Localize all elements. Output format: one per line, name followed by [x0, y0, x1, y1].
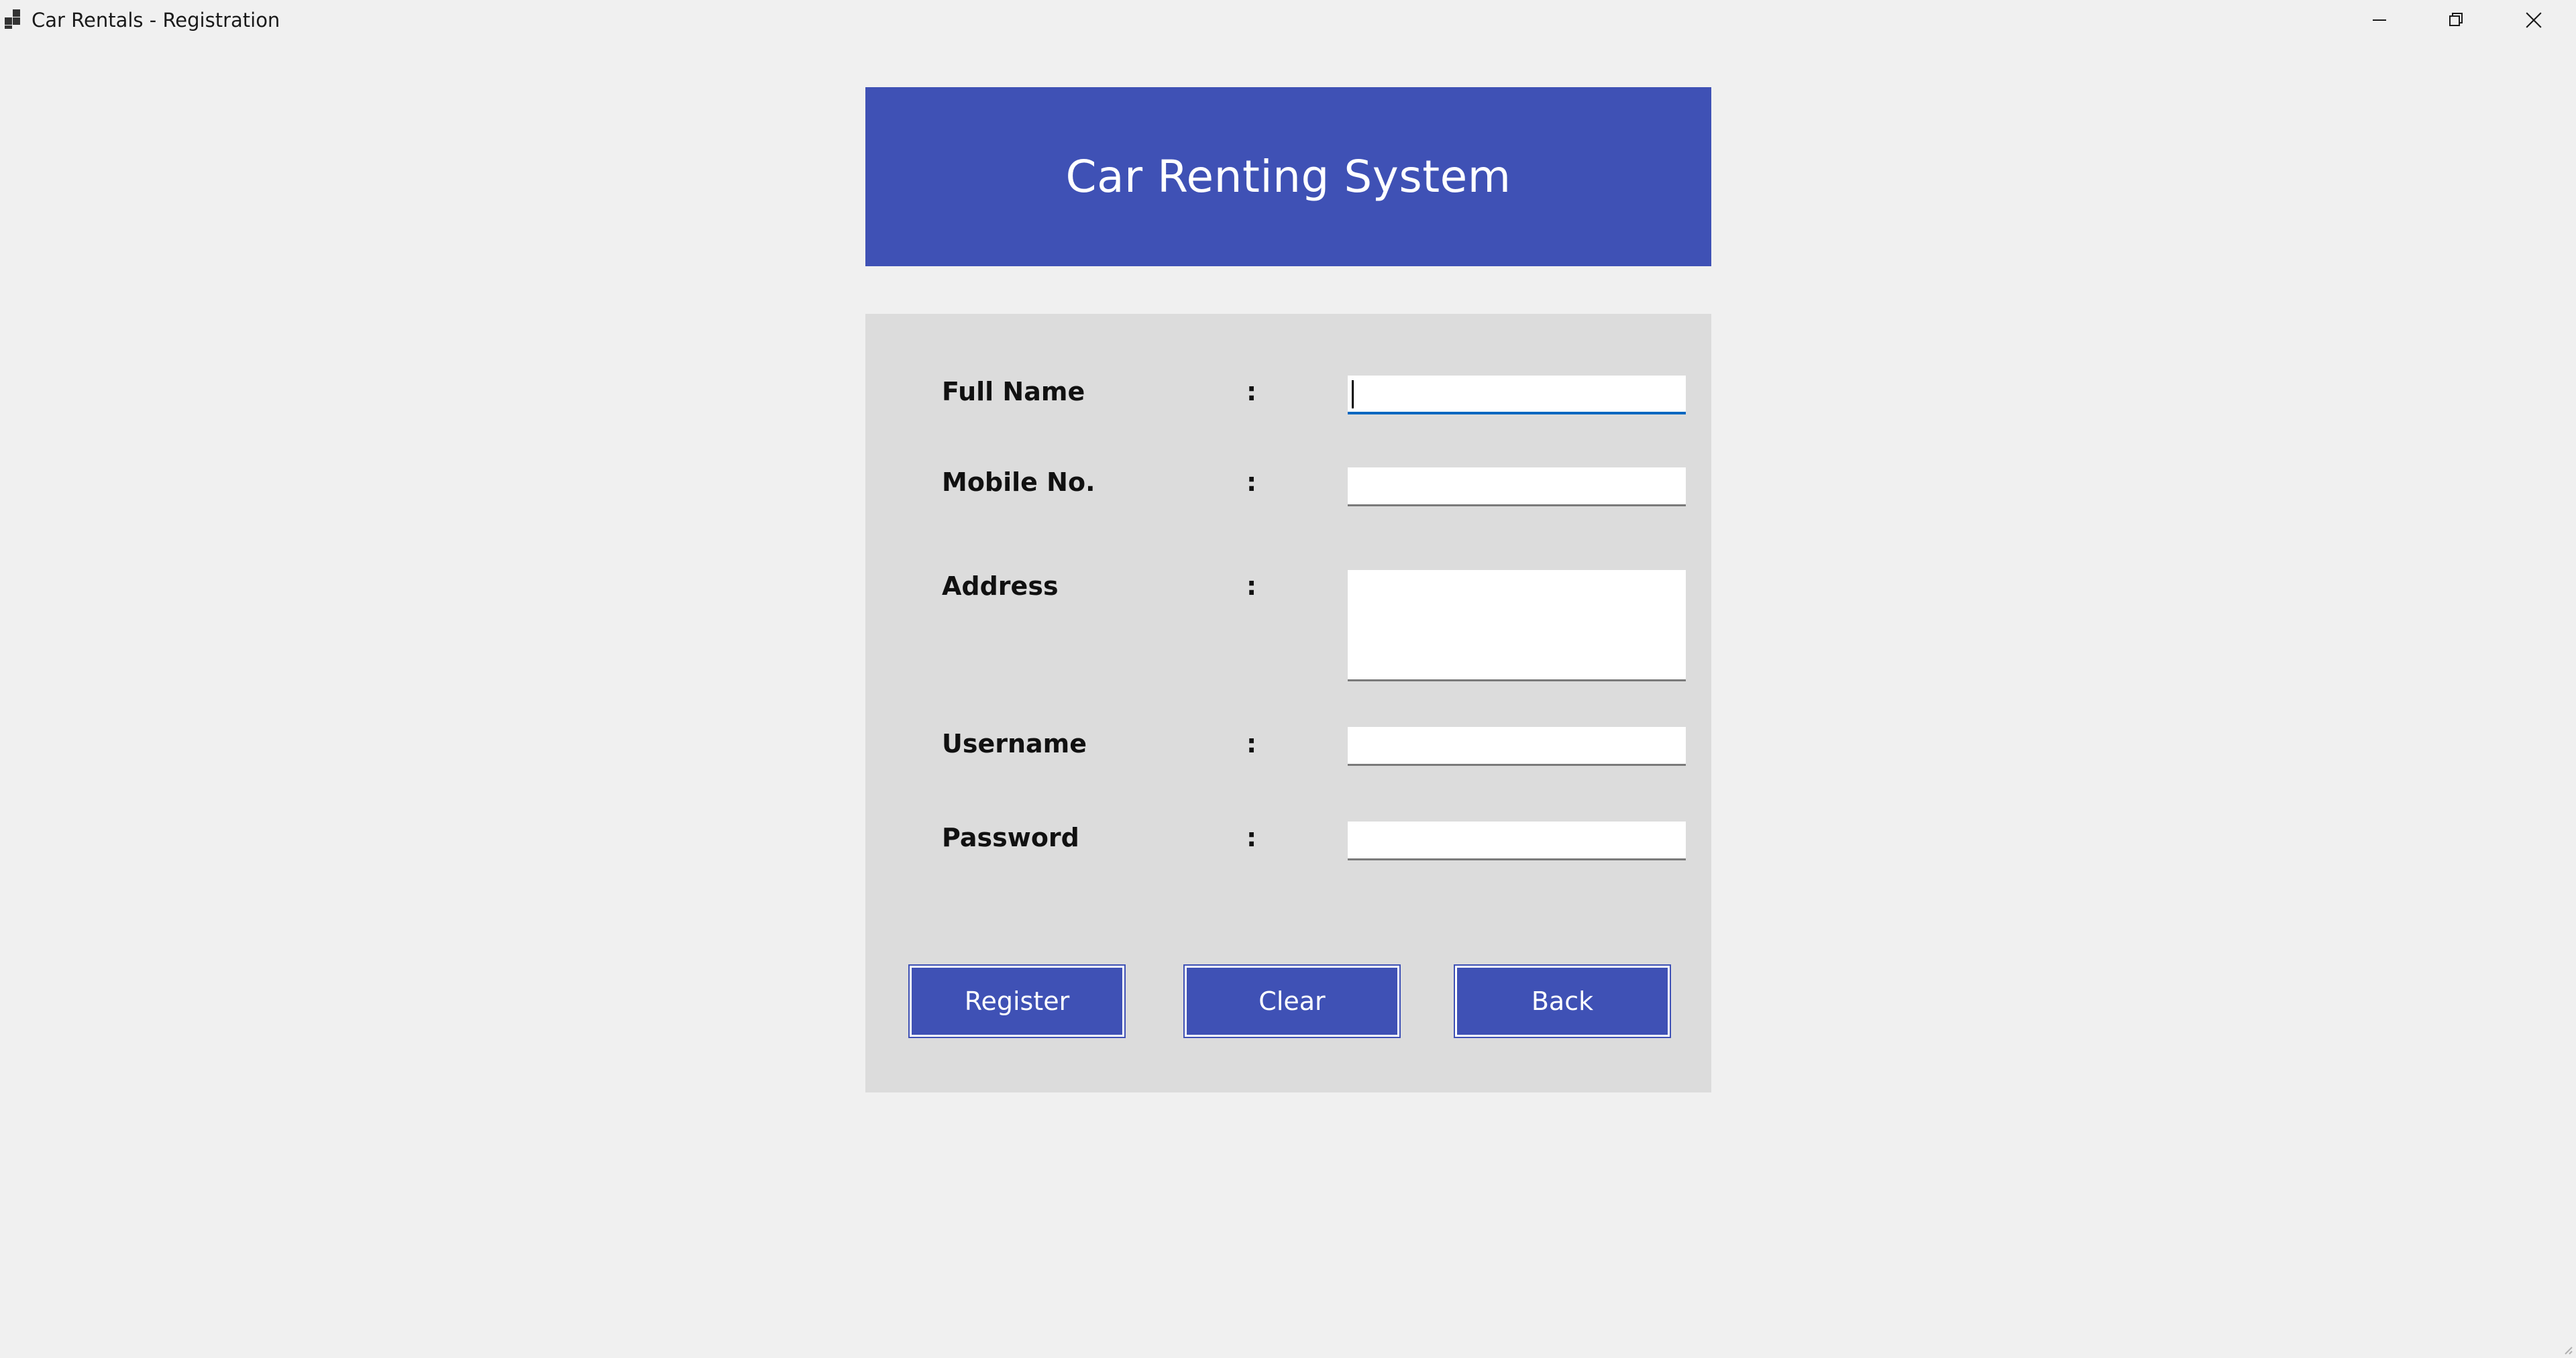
password-colon: : — [1246, 823, 1257, 852]
clear-button[interactable]: Clear — [1183, 964, 1401, 1038]
back-button[interactable]: Back — [1454, 964, 1671, 1038]
mobile-label: Mobile No. — [942, 467, 1095, 497]
registration-window: Car Rentals - Registration Car Renting S… — [0, 0, 2576, 1358]
registration-form: Full Name : Mobile No. : Address : Usern… — [865, 314, 1711, 1092]
minimize-button[interactable] — [2341, 0, 2418, 40]
register-button[interactable]: Register — [908, 964, 1126, 1038]
page-title: Car Renting System — [1065, 151, 1511, 203]
mobile-colon: : — [1246, 467, 1257, 497]
address-label: Address — [942, 571, 1059, 601]
username-colon: : — [1246, 729, 1257, 758]
full-name-input[interactable] — [1348, 376, 1686, 414]
header-banner: Car Renting System — [865, 87, 1711, 266]
window-title: Car Rentals - Registration — [32, 9, 280, 32]
close-button[interactable] — [2496, 0, 2572, 40]
address-colon: : — [1246, 571, 1257, 601]
text-caret — [1352, 380, 1354, 408]
app-icon — [5, 9, 20, 29]
address-input[interactable] — [1348, 570, 1686, 681]
title-bar[interactable]: Car Rentals - Registration — [0, 0, 2576, 40]
restore-button[interactable] — [2418, 0, 2494, 40]
username-input[interactable] — [1348, 727, 1686, 766]
close-icon — [2526, 12, 2542, 28]
resize-grip-icon[interactable] — [2561, 1343, 2573, 1355]
password-label: Password — [942, 823, 1079, 852]
minimize-icon — [2373, 19, 2386, 21]
password-input[interactable] — [1348, 822, 1686, 860]
full-name-colon: : — [1246, 377, 1257, 406]
full-name-label: Full Name — [942, 377, 1085, 406]
restore-icon — [2449, 13, 2463, 26]
mobile-input[interactable] — [1348, 467, 1686, 506]
username-label: Username — [942, 729, 1087, 758]
